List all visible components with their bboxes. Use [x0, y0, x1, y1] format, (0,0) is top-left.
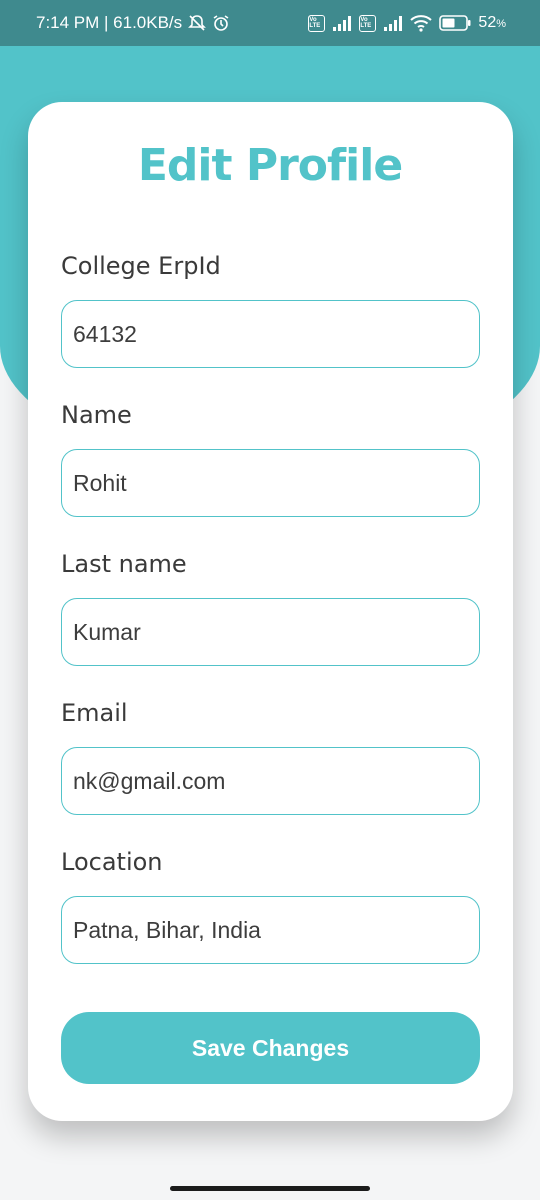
last-name-label: Last name [61, 550, 187, 578]
name-input[interactable] [61, 449, 480, 517]
last-name-input[interactable] [61, 598, 480, 666]
status-bar: 7:14 PM | 61.0KB/s Vo LTE Vo LTE 52% [0, 0, 540, 46]
status-time-speed: 7:14 PM | 61.0KB/s [36, 13, 183, 32]
save-changes-button[interactable]: Save Changes [61, 1012, 480, 1084]
volte-icon-2: Vo LTE [359, 14, 377, 32]
mute-bell-icon [188, 14, 207, 32]
wifi-icon [410, 14, 433, 32]
location-input[interactable] [61, 896, 480, 964]
page-title: Edit Profile [137, 140, 403, 191]
signal-icon [332, 15, 352, 31]
email-label: Email [61, 699, 128, 727]
email-input[interactable] [61, 747, 480, 815]
signal-icon-2 [383, 15, 403, 31]
name-label: Name [61, 401, 132, 429]
volte-icon: Vo LTE [308, 14, 326, 32]
home-indicator[interactable] [170, 1186, 370, 1191]
college-erpid-label: College ErpId [61, 252, 221, 280]
college-erpid-input[interactable] [61, 300, 480, 368]
battery-percent: 52% [478, 14, 506, 31]
location-label: Location [61, 848, 163, 876]
battery-icon [439, 15, 471, 31]
alarm-icon [212, 14, 230, 32]
